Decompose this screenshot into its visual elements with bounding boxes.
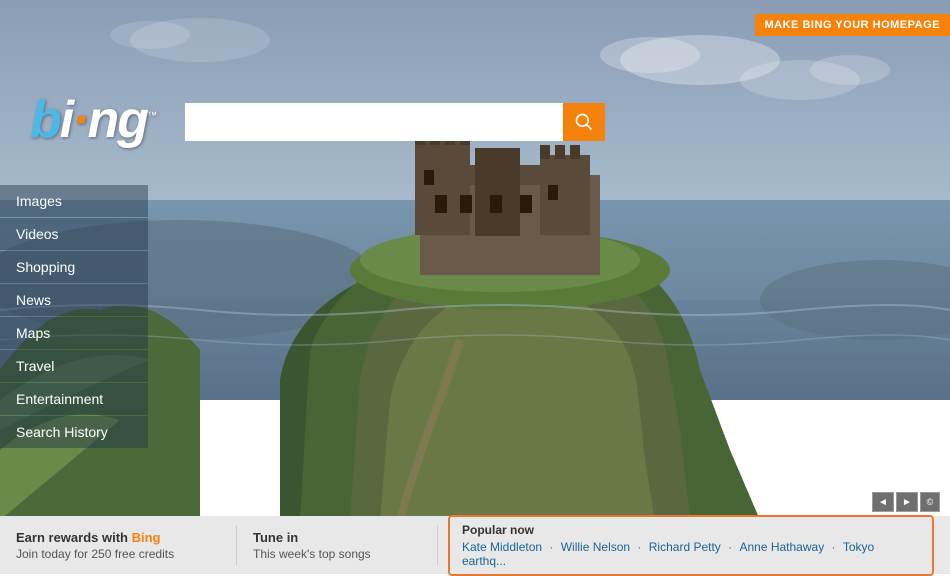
sidebar-item-videos[interactable]: Videos — [0, 218, 148, 250]
navigation-arrows: ◄ ► © — [872, 492, 940, 512]
tune-subtitle: This week's top songs — [253, 547, 421, 561]
popular-now-section: Popular now Kate Middleton · Willie Nels… — [448, 515, 934, 576]
bing-logo-area: bi·ng™ — [30, 90, 155, 150]
footer-tune-section: Tune in This week's top songs — [237, 530, 437, 561]
search-icon — [574, 112, 594, 132]
rewards-subtitle: Join today for 250 free credits — [16, 547, 236, 561]
sidebar-item-travel[interactable]: Travel — [0, 350, 148, 382]
popular-item-2[interactable]: Richard Petty — [649, 540, 721, 554]
popular-item-0[interactable]: Kate Middleton — [462, 540, 542, 554]
sidebar-item-images[interactable]: Images — [0, 185, 148, 217]
footer: Earn rewards with Bing Join today for 25… — [0, 516, 950, 574]
bing-brand-text: Bing — [132, 530, 161, 545]
search-input[interactable] — [185, 103, 563, 141]
popular-item-1[interactable]: Willie Nelson — [561, 540, 630, 554]
sidebar-item-search-history[interactable]: Search History — [0, 416, 148, 448]
sidebar-item-shopping[interactable]: Shopping — [0, 251, 148, 283]
prev-background-button[interactable]: ◄ — [872, 492, 894, 512]
make-homepage-button[interactable]: MAKE BING YOUR HOMEPAGE — [755, 14, 950, 36]
left-navigation: Images Videos Shopping News Maps Travel … — [0, 185, 148, 449]
search-bar-container — [185, 103, 605, 141]
next-background-button[interactable]: ► — [896, 492, 918, 512]
search-button[interactable] — [563, 103, 605, 141]
rewards-title: Earn rewards with Bing — [16, 530, 236, 545]
footer-rewards-section: Earn rewards with Bing Join today for 25… — [16, 530, 236, 561]
bing-logo: bi·ng™ — [30, 91, 155, 149]
copyright-symbol: © — [920, 492, 940, 512]
sidebar-item-news[interactable]: News — [0, 284, 148, 316]
sidebar-item-entertainment[interactable]: Entertainment — [0, 383, 148, 415]
sidebar-item-maps[interactable]: Maps — [0, 317, 148, 349]
tune-title: Tune in — [253, 530, 421, 545]
popular-now-title: Popular now — [462, 523, 920, 537]
popular-items-list: Kate Middleton · Willie Nelson · Richard… — [462, 540, 920, 568]
footer-divider-2 — [437, 525, 438, 565]
popular-item-3[interactable]: Anne Hathaway — [739, 540, 824, 554]
